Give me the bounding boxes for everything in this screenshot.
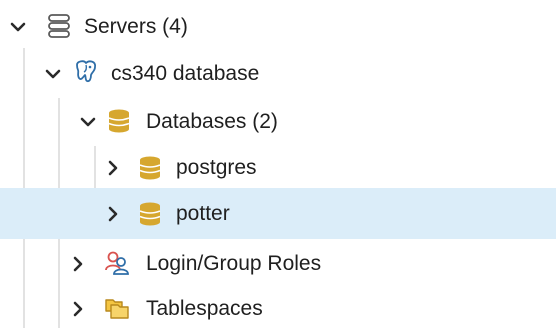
chevron-down-icon[interactable] <box>8 17 28 37</box>
login-roles-label: Login/Group Roles <box>146 252 322 275</box>
tree-node-login-roles[interactable]: Login/Group Roles <box>0 239 556 289</box>
chevron-right-icon[interactable] <box>68 299 88 319</box>
database-label: postgres <box>176 156 257 179</box>
servers-label: Servers (4) <box>84 15 188 38</box>
tablespaces-label: Tablespaces <box>146 297 263 320</box>
chevron-right-icon[interactable] <box>103 158 123 178</box>
chevron-down-icon[interactable] <box>78 112 98 132</box>
object-tree: Servers (4) cs340 database Databases (2) <box>0 0 556 328</box>
tree-node-server[interactable]: cs340 database <box>0 49 556 99</box>
chevron-right-icon[interactable] <box>68 254 88 274</box>
databases-label: Databases (2) <box>146 110 278 133</box>
servers-icon <box>48 14 70 38</box>
database-label: potter <box>176 202 230 225</box>
tree-node-database-selected[interactable]: potter <box>0 188 556 239</box>
tablespaces-icon <box>105 299 129 319</box>
databases-icon <box>108 109 130 133</box>
database-icon <box>139 156 161 180</box>
chevron-right-icon[interactable] <box>103 204 123 224</box>
database-icon <box>139 202 161 226</box>
login-group-roles-icon <box>105 251 129 275</box>
tree-node-tablespaces[interactable]: Tablespaces <box>0 284 556 328</box>
tree-node-servers[interactable]: Servers (4) <box>0 2 556 52</box>
postgresql-elephant-icon <box>76 60 96 83</box>
server-label: cs340 database <box>111 62 260 85</box>
tree-node-database[interactable]: postgres <box>0 143 556 193</box>
chevron-down-icon[interactable] <box>43 64 63 84</box>
tree-node-databases[interactable]: Databases (2) <box>0 97 556 147</box>
